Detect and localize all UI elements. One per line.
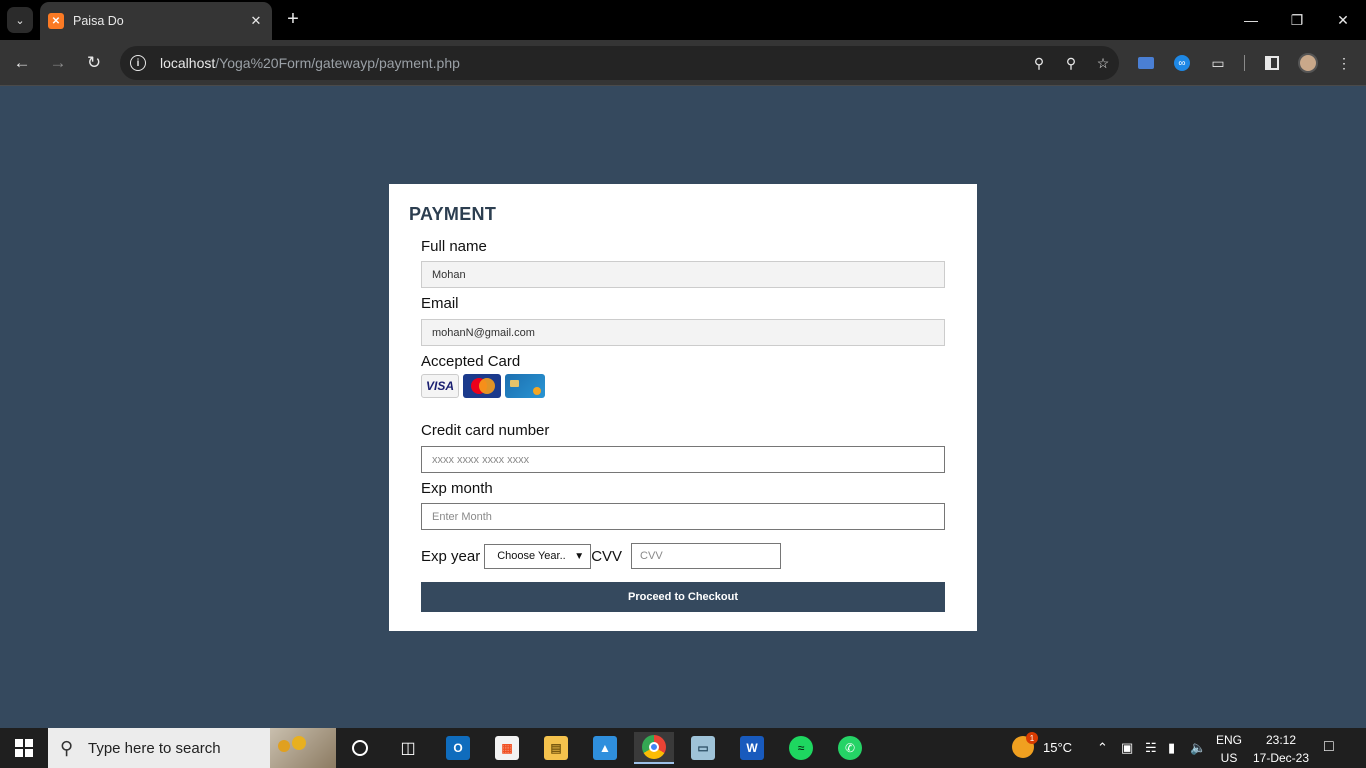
chevron-down-icon: ▼ [574,550,585,562]
back-arrow-icon[interactable]: ← [10,51,34,75]
volume-icon[interactable]: 🔈 [1190,740,1206,756]
close-window-icon[interactable]: ✕ [1320,0,1366,40]
accepted-cards-row: VISA [421,374,545,398]
minimize-icon[interactable]: — [1228,0,1274,40]
battery-icon[interactable]: ▮ [1168,740,1175,756]
browser-tab-active[interactable]: ✕ Paisa Do ✕ [40,2,272,40]
weather-icon[interactable]: 1 [1012,732,1038,758]
restore-icon[interactable]: ❐ [1274,0,1320,40]
bookmark-star-icon[interactable]: ☆ [1087,47,1119,79]
exp-month-input[interactable] [421,503,945,530]
taskbar-search[interactable]: ⚲ Type here to search [48,728,336,768]
page-title: PAYMENT [409,204,497,224]
profile-avatar[interactable] [1297,52,1319,74]
chrome-icon[interactable] [634,732,674,764]
task-view-icon[interactable]: ◫ [388,732,428,764]
site-info-icon[interactable]: i [130,55,146,71]
browser-tabstrip: ⌄ ✕ Paisa Do ✕ + — ❐ ✕ [0,0,1366,40]
tab-search-chevron-icon[interactable]: ⌄ [7,7,33,33]
search-highlight-image [270,728,336,768]
forward-arrow-icon[interactable]: → [46,51,70,75]
weather-temperature[interactable]: 15°C [1043,740,1072,755]
language-indicator[interactable]: ENG US [1212,733,1246,765]
credit-card-number-label: Credit card number [421,422,550,439]
wifi-icon[interactable]: ☵ [1145,740,1157,756]
exp-month-label: Exp month [421,480,493,497]
accepted-card-label: Accepted Card [421,353,521,370]
extension-screen-icon[interactable] [1135,52,1157,74]
notifications-icon[interactable]: □ [1324,738,1334,756]
new-tab-plus-icon[interactable]: + [282,8,304,30]
exp-year-cvv-row: Exp year Choose Year.. ▼ CVV [421,543,782,569]
exp-year-label: Exp year [421,547,481,565]
url-path: /Yoga%20Form/gatewayp/payment.php [215,55,460,71]
language-line2: US [1220,751,1238,765]
reload-icon[interactable]: ↻ [82,51,106,75]
tab-close-icon[interactable]: ✕ [248,13,264,29]
full-name-label: Full name [421,238,487,255]
notes-app-icon[interactable]: ▭ [683,732,723,764]
cortana-icon[interactable] [340,732,380,764]
clock[interactable]: 23:12 17-Dec-23 [1250,733,1312,765]
proceed-to-checkout-button[interactable]: Proceed to Checkout [421,582,945,612]
extension-infinity-icon[interactable]: ∞ [1171,52,1193,74]
mastercard-icon [463,374,501,398]
cvv-label: CVV [591,547,623,565]
extensions-puzzle-icon[interactable]: ▭ [1207,52,1229,74]
window-controls: — ❐ ✕ [1228,0,1366,40]
full-name-input[interactable] [421,261,945,288]
search-icon: ⚲ [60,737,74,758]
email-label: Email [421,295,459,312]
url-text[interactable]: localhost/Yoga%20Form/gatewayp/payment.p… [160,55,1023,71]
email-input[interactable] [421,319,945,346]
meet-now-icon[interactable]: ▣ [1121,740,1133,756]
language-line1: ENG [1215,733,1242,747]
cvv-input[interactable] [631,543,782,569]
menu-kebab-icon[interactable]: ⋮ [1333,52,1355,74]
chevron-up-icon[interactable]: ⌃ [1097,740,1108,756]
payment-card: PAYMENT Full name Email Accepted Card VI… [389,184,977,631]
generic-credit-card-icon [505,374,545,398]
url-host: localhost [160,55,216,71]
zoom-icon[interactable]: ⚲ [1055,47,1087,79]
browser-toolbar: ← → ↻ i localhost/Yoga%20Form/gatewayp/p… [0,40,1366,86]
clock-date: 17-Dec-23 [1252,751,1310,765]
windows-start-icon[interactable] [0,728,48,768]
file-explorer-icon[interactable]: ▤ [536,732,576,764]
toolbar-separator [1244,55,1245,71]
spotify-icon[interactable]: ≈ [781,732,821,764]
windows-taskbar: ⚲ Type here to search ◫ O ▦ ▤ ▲ ▭ W ≈ ✆ … [0,728,1366,768]
xampp-favicon-icon: ✕ [48,13,64,29]
microsoft-store-icon[interactable]: ▦ [487,732,527,764]
taskbar-search-placeholder: Type here to search [88,739,221,757]
whatsapp-icon[interactable]: ✆ [830,732,870,764]
visa-card-icon: VISA [421,374,459,398]
photos-icon[interactable]: ▲ [585,732,625,764]
word-icon[interactable]: W [732,732,772,764]
side-panel-icon[interactable] [1261,52,1283,74]
weather-badge: 1 [1026,732,1038,744]
outlook-icon[interactable]: O [438,732,478,764]
clock-time: 23:12 [1265,733,1297,747]
exp-year-select[interactable]: Choose Year.. ▼ [484,543,592,569]
password-key-icon[interactable]: ⚲ [1023,47,1055,79]
address-bar[interactable]: i localhost/Yoga%20Form/gatewayp/payment… [120,46,1119,80]
tab-title: Paisa Do [73,14,124,28]
credit-card-number-input[interactable] [421,446,945,473]
exp-year-selected-value: Choose Year.. [497,550,566,562]
